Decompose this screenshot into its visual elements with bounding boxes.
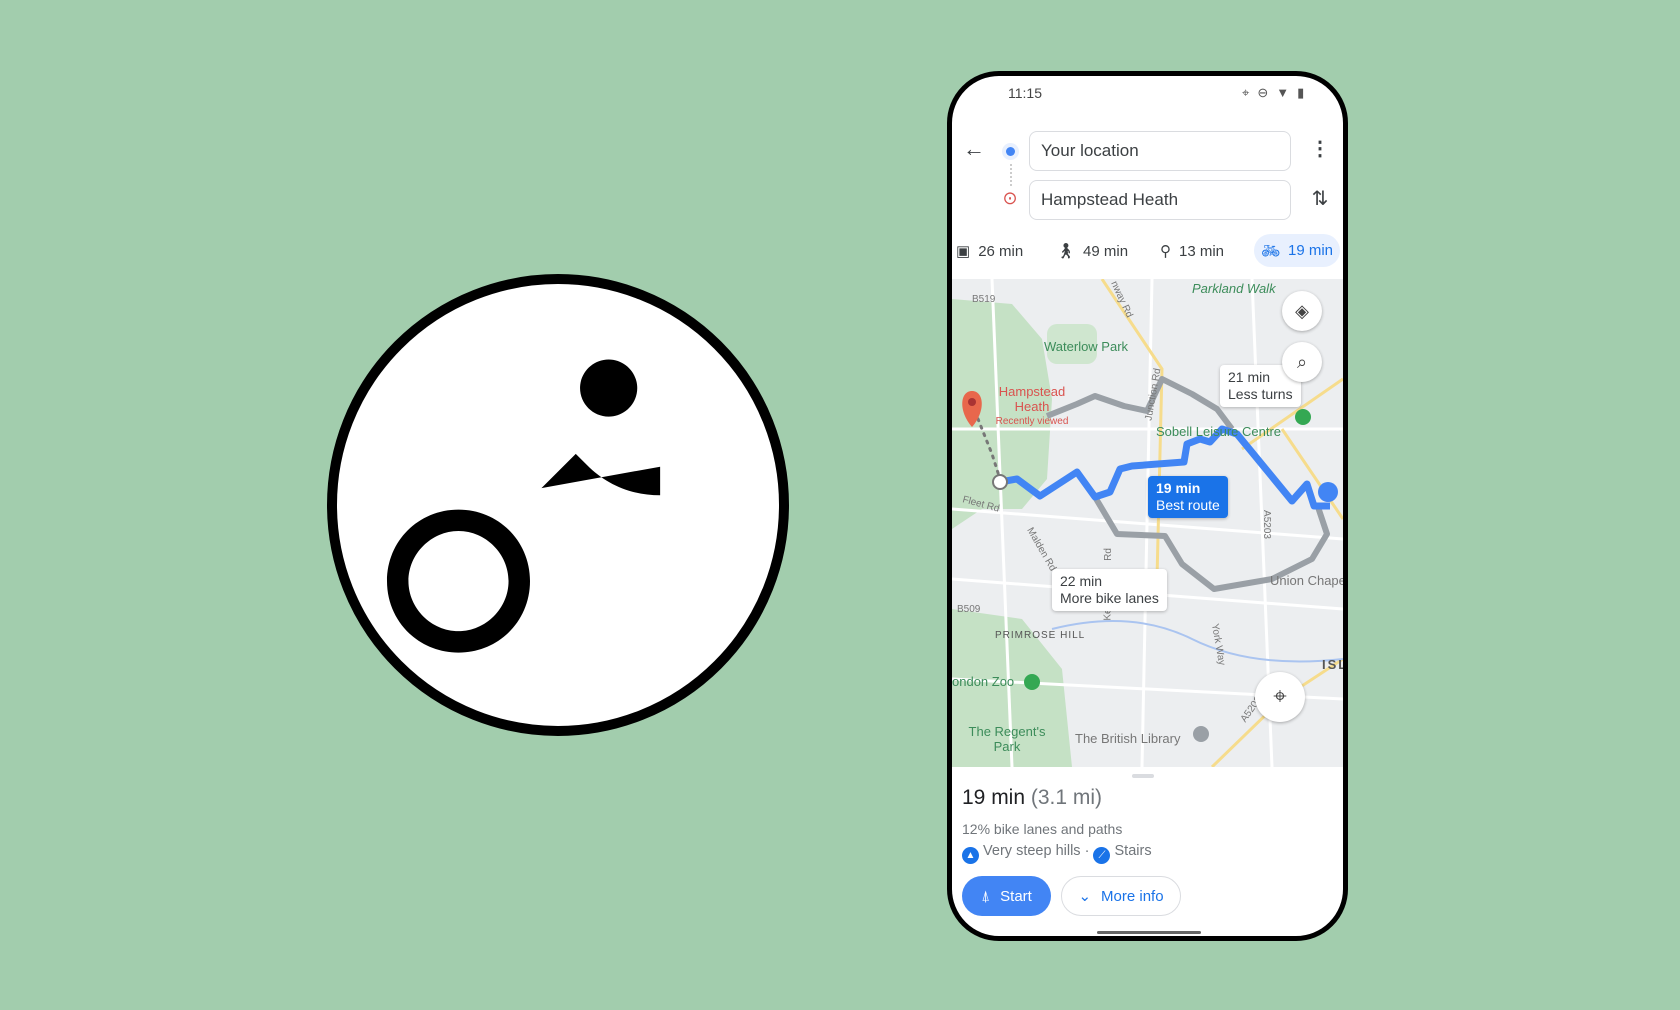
map-label: Waterlow Park xyxy=(1044,339,1129,354)
mode-walk[interactable]: 🚶︎ 49 min xyxy=(1056,238,1128,264)
map-label: Rd xyxy=(1102,548,1114,561)
more-info-button[interactable]: ⌄ More info xyxy=(1061,876,1181,916)
battery-icon: ▮ xyxy=(1297,85,1305,100)
hills-icon: ▲ xyxy=(962,847,979,864)
gesture-bar xyxy=(1097,931,1201,934)
status-time: 11:15 xyxy=(1008,85,1042,101)
map[interactable]: Parkland Walk B519 nway Rd Waterlow Park… xyxy=(952,278,1346,769)
sheet-handle[interactable] xyxy=(1132,774,1154,778)
rideshare-icon: ⚲ xyxy=(1160,243,1171,260)
bicycle-badge xyxy=(327,274,789,736)
bicycle-icon xyxy=(387,359,661,653)
route-callout-best[interactable]: 19 min Best route xyxy=(1148,476,1228,518)
phone-frame: 11:15 ⌖ ⊖ ▼ ▮ ← Your location ⋮ ⊙ Hampst… xyxy=(947,71,1348,941)
start-button[interactable]: ⍋ Start xyxy=(962,876,1051,916)
layers-icon: ◈ xyxy=(1295,300,1309,321)
bike-lanes-info: 12% bike lanes and paths xyxy=(962,821,1123,837)
walk-icon: 🚶︎ xyxy=(1056,243,1076,260)
map-label: Parkland Walk xyxy=(1192,281,1276,296)
back-arrow-icon[interactable]: ← xyxy=(962,136,986,162)
search-button[interactable]: ⌕ xyxy=(1282,342,1322,382)
start-point xyxy=(992,474,1008,490)
chevron-down-icon: ⌄ xyxy=(1078,888,1092,905)
origin-dot-icon xyxy=(1006,147,1015,156)
navigation-icon: ⍋ xyxy=(981,887,991,905)
stairs-icon: ⟋ xyxy=(1093,847,1111,864)
destination-pin-icon: ⊙ xyxy=(1002,188,1018,208)
route-warnings: ▲ Very steep hills · ⟋ Stairs xyxy=(962,843,1152,864)
map-label: ISL xyxy=(1322,657,1348,672)
wifi-icon: ▼ xyxy=(1276,85,1290,100)
destination-input[interactable]: Hampstead Heath xyxy=(1029,180,1291,220)
mode-transit[interactable]: ▣ 26 min xyxy=(956,238,1023,264)
layers-button[interactable]: ◈ xyxy=(1282,291,1322,331)
location-icon: ⌖ xyxy=(1242,85,1250,100)
swap-icon[interactable]: ⇅ xyxy=(1308,186,1332,211)
my-location-button[interactable]: ⌖ xyxy=(1255,672,1305,722)
map-label-hampstead: Hampstead Heath Recently viewed xyxy=(995,384,1069,427)
do-not-disturb-icon: ⊖ xyxy=(1257,85,1269,100)
place-pin-icon xyxy=(1295,409,1311,425)
bike-icon: 🚲︎ xyxy=(1260,242,1280,260)
canal xyxy=(1051,620,1343,663)
map-label: Union Chape xyxy=(1270,573,1346,588)
route-dots xyxy=(1010,164,1012,186)
route-summary: 19 min (3.1 mi) xyxy=(962,786,1103,809)
map-label: A5203 xyxy=(1260,510,1272,539)
search-icon: ⌕ xyxy=(1296,351,1308,372)
library-pin-icon xyxy=(1193,726,1209,742)
more-vert-icon[interactable]: ⋮ xyxy=(1308,136,1332,161)
zoo-pin-icon xyxy=(1024,674,1040,690)
map-label: The Regent's Park xyxy=(968,724,1046,754)
map-label: ondon Zoo xyxy=(952,674,1015,689)
map-label: B519 xyxy=(972,294,996,305)
map-label: The British Library xyxy=(1075,731,1181,746)
my-location-icon: ⌖ xyxy=(1273,683,1287,710)
mode-bike[interactable]: 🚲︎ 19 min xyxy=(1254,234,1340,267)
map-label: PRIMROSE HILL xyxy=(995,630,1086,641)
route-callout-more-bike-lanes[interactable]: 22 min More bike lanes xyxy=(1052,569,1167,611)
map-label: Sobell Leisure Centre xyxy=(1156,424,1282,439)
map-label: B509 xyxy=(957,604,981,615)
status-icons: ⌖ ⊖ ▼ ▮ xyxy=(1242,85,1304,101)
origin-input[interactable]: Your location xyxy=(1029,131,1291,171)
alt-route-less-turns xyxy=(1045,376,1235,431)
transit-icon: ▣ xyxy=(956,243,971,260)
bike-share-icon xyxy=(1318,482,1338,502)
mode-rideshare[interactable]: ⚲ 13 min xyxy=(1160,238,1224,264)
